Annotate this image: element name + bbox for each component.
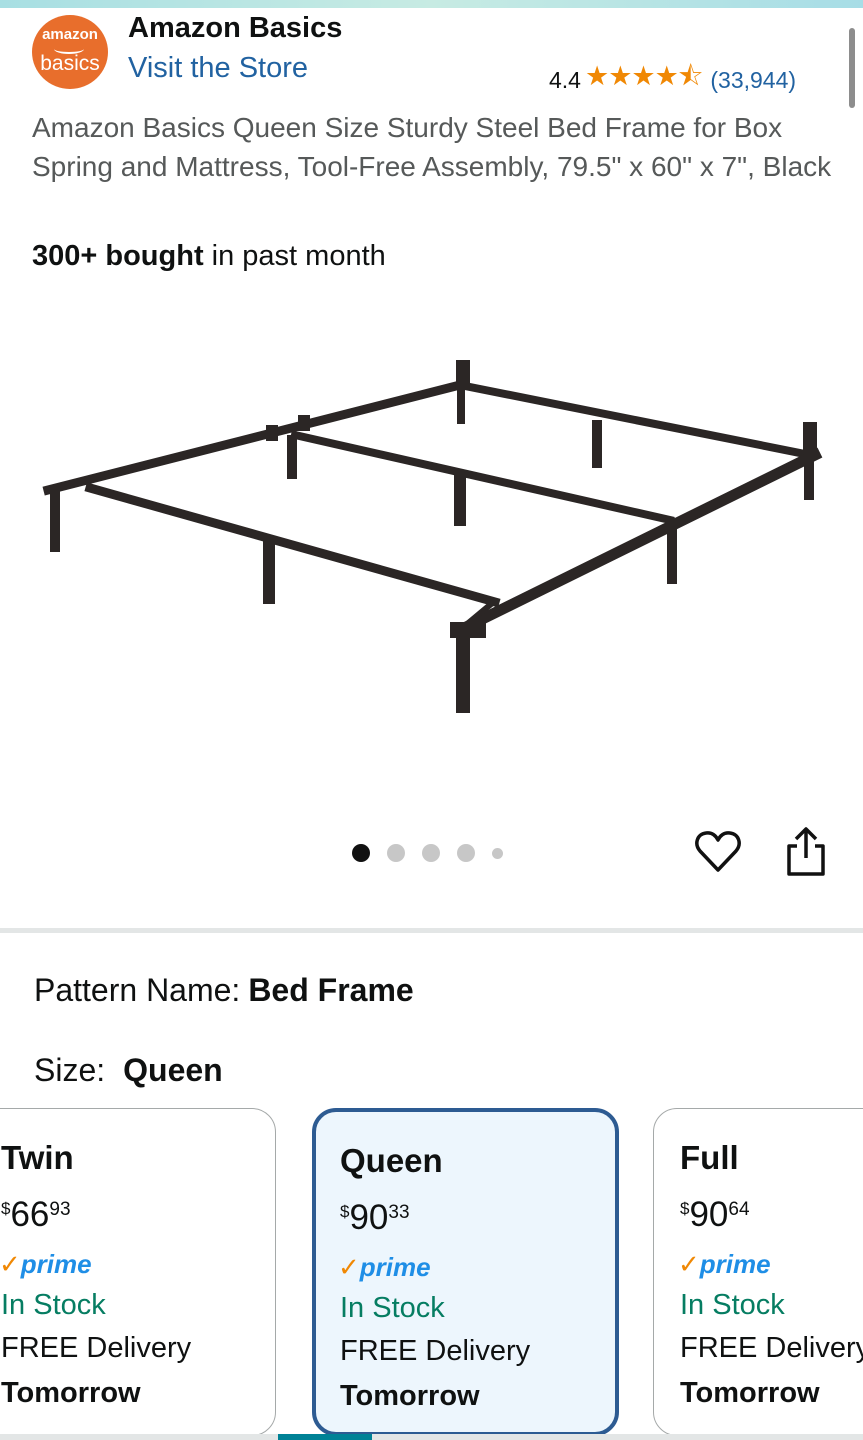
stock-status: In Stock	[680, 1289, 785, 1321]
pattern-name-row: Pattern Name: Bed Frame	[34, 972, 414, 1009]
carousel-dot-4[interactable]	[457, 844, 475, 862]
size-option-twin[interactable]: Twin $6693 ✓prime In Stock FREE Delivery…	[0, 1108, 276, 1436]
pattern-label: Pattern Name:	[34, 972, 241, 1008]
brand-name: Amazon Basics	[128, 12, 343, 44]
product-title: Amazon Basics Queen Size Sturdy Steel Be…	[32, 112, 832, 182]
share-icon[interactable]	[783, 826, 829, 878]
delivery-text: FREE Delivery	[680, 1332, 863, 1364]
prime-check-icon: ✓	[678, 1249, 700, 1279]
delivery-text: FREE Delivery	[1, 1332, 192, 1364]
section-divider	[0, 928, 863, 933]
horizontal-scroll-indicator	[0, 1434, 863, 1440]
size-option-full[interactable]: Full $9064 ✓prime In Stock FREE Delivery…	[653, 1108, 863, 1436]
size-option-name: Twin	[1, 1139, 74, 1176]
size-option-price: $9033	[340, 1198, 410, 1237]
carousel-dot-3[interactable]	[422, 844, 440, 862]
stock-status: In Stock	[340, 1292, 445, 1324]
carousel-dot-2[interactable]	[387, 844, 405, 862]
rating-value: 4.4	[549, 66, 581, 93]
pattern-value: Bed Frame	[248, 972, 414, 1008]
prime-badge: ✓prime	[0, 1249, 92, 1279]
carousel-dot-5[interactable]	[492, 847, 503, 859]
size-value: Queen	[123, 1052, 223, 1088]
stock-status: In Stock	[1, 1289, 106, 1321]
prime-badge: ✓prime	[338, 1252, 431, 1282]
bought-suffix: in past month	[203, 240, 386, 272]
heart-icon[interactable]	[694, 828, 742, 876]
amazon-basics-logo[interactable]: amazon basics	[32, 15, 108, 89]
delivery-text: FREE Delivery	[340, 1335, 531, 1367]
size-option-price: $9064	[680, 1195, 750, 1234]
prime-badge: ✓prime	[678, 1249, 771, 1279]
size-row: Size: Queen	[34, 1052, 223, 1089]
carousel-dot-1[interactable]	[352, 844, 370, 862]
bought-count: 300+ bought	[32, 240, 204, 272]
size-option-name: Queen	[340, 1142, 443, 1179]
star-rating-icon: ★★★★⯪	[584, 61, 703, 91]
prime-check-icon: ✓	[0, 1249, 21, 1279]
bought-in-past-month: 300+ bought in past month	[32, 240, 386, 273]
logo-text-basics: basics	[40, 52, 100, 75]
delivery-date: Tomorrow	[340, 1380, 480, 1412]
size-option-name: Full	[680, 1139, 739, 1176]
image-carousel-indicator[interactable]	[352, 844, 520, 862]
delivery-date: Tomorrow	[1, 1377, 141, 1409]
size-option-price: $6693	[1, 1195, 71, 1234]
rating-summary[interactable]: 4.4 ★★★★⯪ (33,944)	[549, 57, 796, 103]
product-image[interactable]	[30, 340, 830, 730]
top-accent-bar	[0, 0, 863, 8]
scrollbar-thumb[interactable]	[849, 28, 855, 108]
delivery-date: Tomorrow	[680, 1377, 820, 1409]
logo-text-amazon: amazon	[42, 26, 98, 43]
scroll-indicator-thumb	[278, 1434, 372, 1440]
prime-check-icon: ✓	[338, 1252, 360, 1282]
size-option-queen[interactable]: Queen $9033 ✓prime In Stock FREE Deliver…	[312, 1108, 619, 1436]
rating-count-link[interactable]: (33,944)	[710, 67, 796, 94]
size-label: Size:	[34, 1052, 106, 1088]
visit-store-link[interactable]: Visit the Store	[128, 52, 308, 85]
